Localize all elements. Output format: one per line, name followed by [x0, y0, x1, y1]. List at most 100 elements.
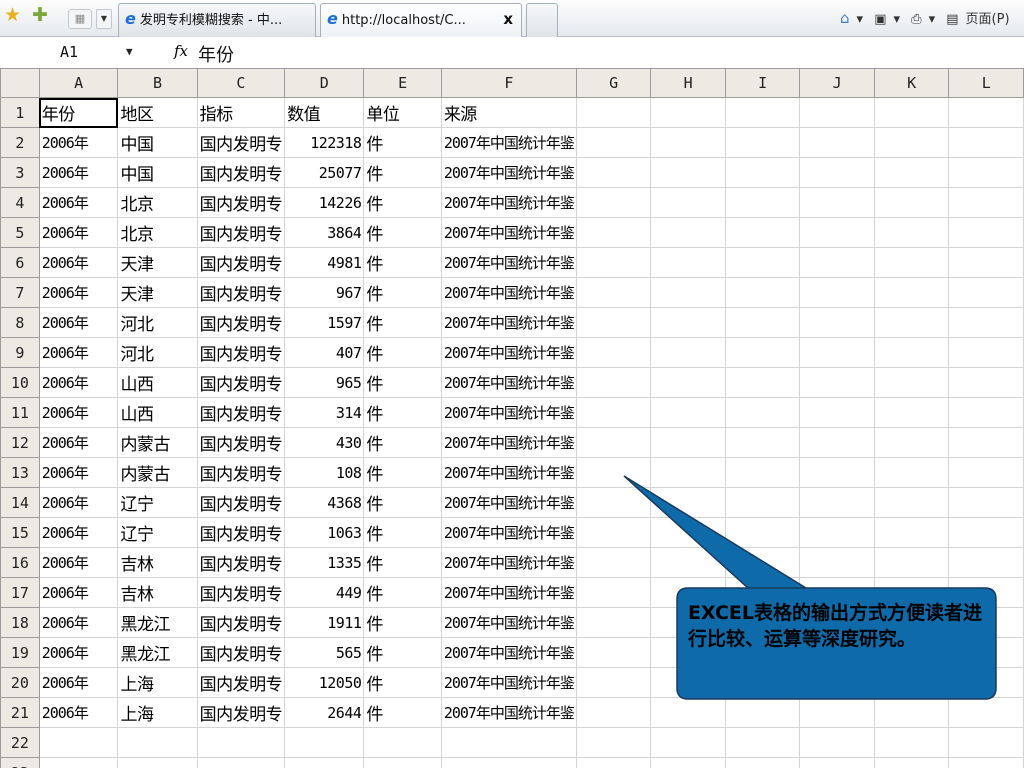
name-box-dropdown-icon[interactable]: ▼	[126, 45, 133, 58]
cell-k4[interactable]	[873, 187, 950, 218]
cell-i4[interactable]	[724, 187, 801, 218]
cell-d21[interactable]: 2644	[284, 697, 365, 728]
cell-i15[interactable]	[724, 517, 801, 548]
cell-l6[interactable]	[948, 247, 1024, 278]
browser-tab-localhost[interactable]: e http://localhost/C... x	[320, 3, 522, 37]
feeds-dropdown-icon[interactable]: ▾	[894, 12, 901, 27]
cell-i22[interactable]	[724, 727, 801, 758]
cell-e20[interactable]: 件	[363, 667, 442, 698]
cell-d20[interactable]: 12050	[284, 667, 365, 698]
cell-i5[interactable]	[724, 217, 801, 248]
cell-h2[interactable]	[650, 127, 726, 158]
cell-g21[interactable]	[575, 697, 652, 728]
row-header[interactable]: 19	[0, 637, 40, 668]
row-header[interactable]: 2	[0, 127, 40, 158]
row-header[interactable]: 10	[0, 367, 40, 398]
cell-i10[interactable]	[724, 367, 801, 398]
cell-c12[interactable]: 国内发明专	[196, 427, 286, 458]
cell-d11[interactable]: 314	[284, 397, 365, 428]
cell-f2[interactable]: 2007年中国统计年鉴	[440, 127, 577, 158]
cell-e6[interactable]: 件	[363, 247, 442, 278]
cell-k12[interactable]	[873, 427, 950, 458]
cell-l11[interactable]	[948, 397, 1024, 428]
cell-b12[interactable]: 内蒙古	[117, 427, 198, 458]
cell-i16[interactable]	[724, 547, 801, 578]
cell-g20[interactable]	[575, 667, 652, 698]
column-header-g[interactable]: G	[575, 68, 652, 98]
row-header[interactable]: 5	[0, 217, 40, 248]
cell-b2[interactable]: 中国	[117, 127, 198, 158]
cell-d7[interactable]: 967	[284, 277, 365, 308]
cell-k9[interactable]	[873, 337, 950, 368]
cell-i8[interactable]	[724, 307, 801, 338]
cell-j9[interactable]	[799, 337, 875, 368]
cell-f20[interactable]: 2007年中国统计年鉴	[440, 667, 577, 698]
cell-e2[interactable]: 件	[363, 127, 442, 158]
cell-d5[interactable]: 3864	[284, 217, 365, 248]
cell-h4[interactable]	[650, 187, 726, 218]
cell-f15[interactable]: 2007年中国统计年鉴	[440, 517, 577, 548]
cell-k6[interactable]	[873, 247, 950, 278]
browser-tab-patent-search[interactable]: e 发明专利模糊搜索 - 中...	[118, 3, 316, 37]
cell-b13[interactable]: 内蒙古	[117, 457, 198, 488]
cell-g13[interactable]	[575, 457, 652, 488]
cell-c23[interactable]	[196, 757, 286, 768]
cell-j1[interactable]	[799, 97, 875, 128]
quick-tabs-icon[interactable]: ▦	[68, 9, 92, 29]
cell-b22[interactable]	[117, 727, 198, 758]
cell-a18[interactable]: 2006年	[38, 607, 119, 638]
cell-d12[interactable]: 430	[284, 427, 365, 458]
cell-e12[interactable]: 件	[363, 427, 442, 458]
cell-a19[interactable]: 2006年	[38, 637, 119, 668]
cell-i12[interactable]	[724, 427, 801, 458]
cell-g17[interactable]	[575, 577, 652, 608]
cell-j7[interactable]	[799, 277, 875, 308]
cell-g15[interactable]	[575, 517, 652, 548]
row-header[interactable]: 17	[0, 577, 40, 608]
cell-a16[interactable]: 2006年	[38, 547, 119, 578]
cell-j4[interactable]	[799, 187, 875, 218]
cell-i13[interactable]	[724, 457, 801, 488]
cell-i9[interactable]	[724, 337, 801, 368]
cell-g19[interactable]	[575, 637, 652, 668]
cell-j15[interactable]	[799, 517, 875, 548]
column-header-f[interactable]: F	[440, 68, 577, 98]
cell-d23[interactable]	[284, 757, 365, 768]
row-header[interactable]: 1	[0, 97, 40, 128]
cell-g8[interactable]	[575, 307, 652, 338]
cell-c21[interactable]: 国内发明专	[196, 697, 286, 728]
cell-h11[interactable]	[650, 397, 726, 428]
cell-d15[interactable]: 1063	[284, 517, 365, 548]
cell-d17[interactable]: 449	[284, 577, 365, 608]
cell-c20[interactable]: 国内发明专	[196, 667, 286, 698]
cell-c5[interactable]: 国内发明专	[196, 217, 286, 248]
cell-j21[interactable]	[799, 697, 875, 728]
cell-h20[interactable]	[650, 667, 726, 698]
cell-f23[interactable]	[440, 757, 577, 768]
cell-f14[interactable]: 2007年中国统计年鉴	[440, 487, 577, 518]
cell-j11[interactable]	[799, 397, 875, 428]
cell-g12[interactable]	[575, 427, 652, 458]
cell-h14[interactable]	[650, 487, 726, 518]
cell-b5[interactable]: 北京	[117, 217, 198, 248]
cell-c6[interactable]: 国内发明专	[196, 247, 286, 278]
row-header[interactable]: 15	[0, 517, 40, 548]
cell-f17[interactable]: 2007年中国统计年鉴	[440, 577, 577, 608]
cell-f8[interactable]: 2007年中国统计年鉴	[440, 307, 577, 338]
cell-d13[interactable]: 108	[284, 457, 365, 488]
cell-f12[interactable]: 2007年中国统计年鉴	[440, 427, 577, 458]
home-dropdown-icon[interactable]: ▾	[857, 12, 864, 27]
cell-d10[interactable]: 965	[284, 367, 365, 398]
cell-j20[interactable]	[799, 667, 875, 698]
cell-j5[interactable]	[799, 217, 875, 248]
favorites-star-icon[interactable]: ★	[4, 6, 21, 25]
cell-l10[interactable]	[948, 367, 1024, 398]
cell-b21[interactable]: 上海	[117, 697, 198, 728]
cell-e14[interactable]: 件	[363, 487, 442, 518]
cell-c16[interactable]: 国内发明专	[196, 547, 286, 578]
cell-b15[interactable]: 辽宁	[117, 517, 198, 548]
cell-g1[interactable]	[575, 97, 652, 128]
cell-a6[interactable]: 2006年	[38, 247, 119, 278]
formula-input[interactable]: 年份	[198, 41, 234, 67]
cell-b23[interactable]	[117, 757, 198, 768]
